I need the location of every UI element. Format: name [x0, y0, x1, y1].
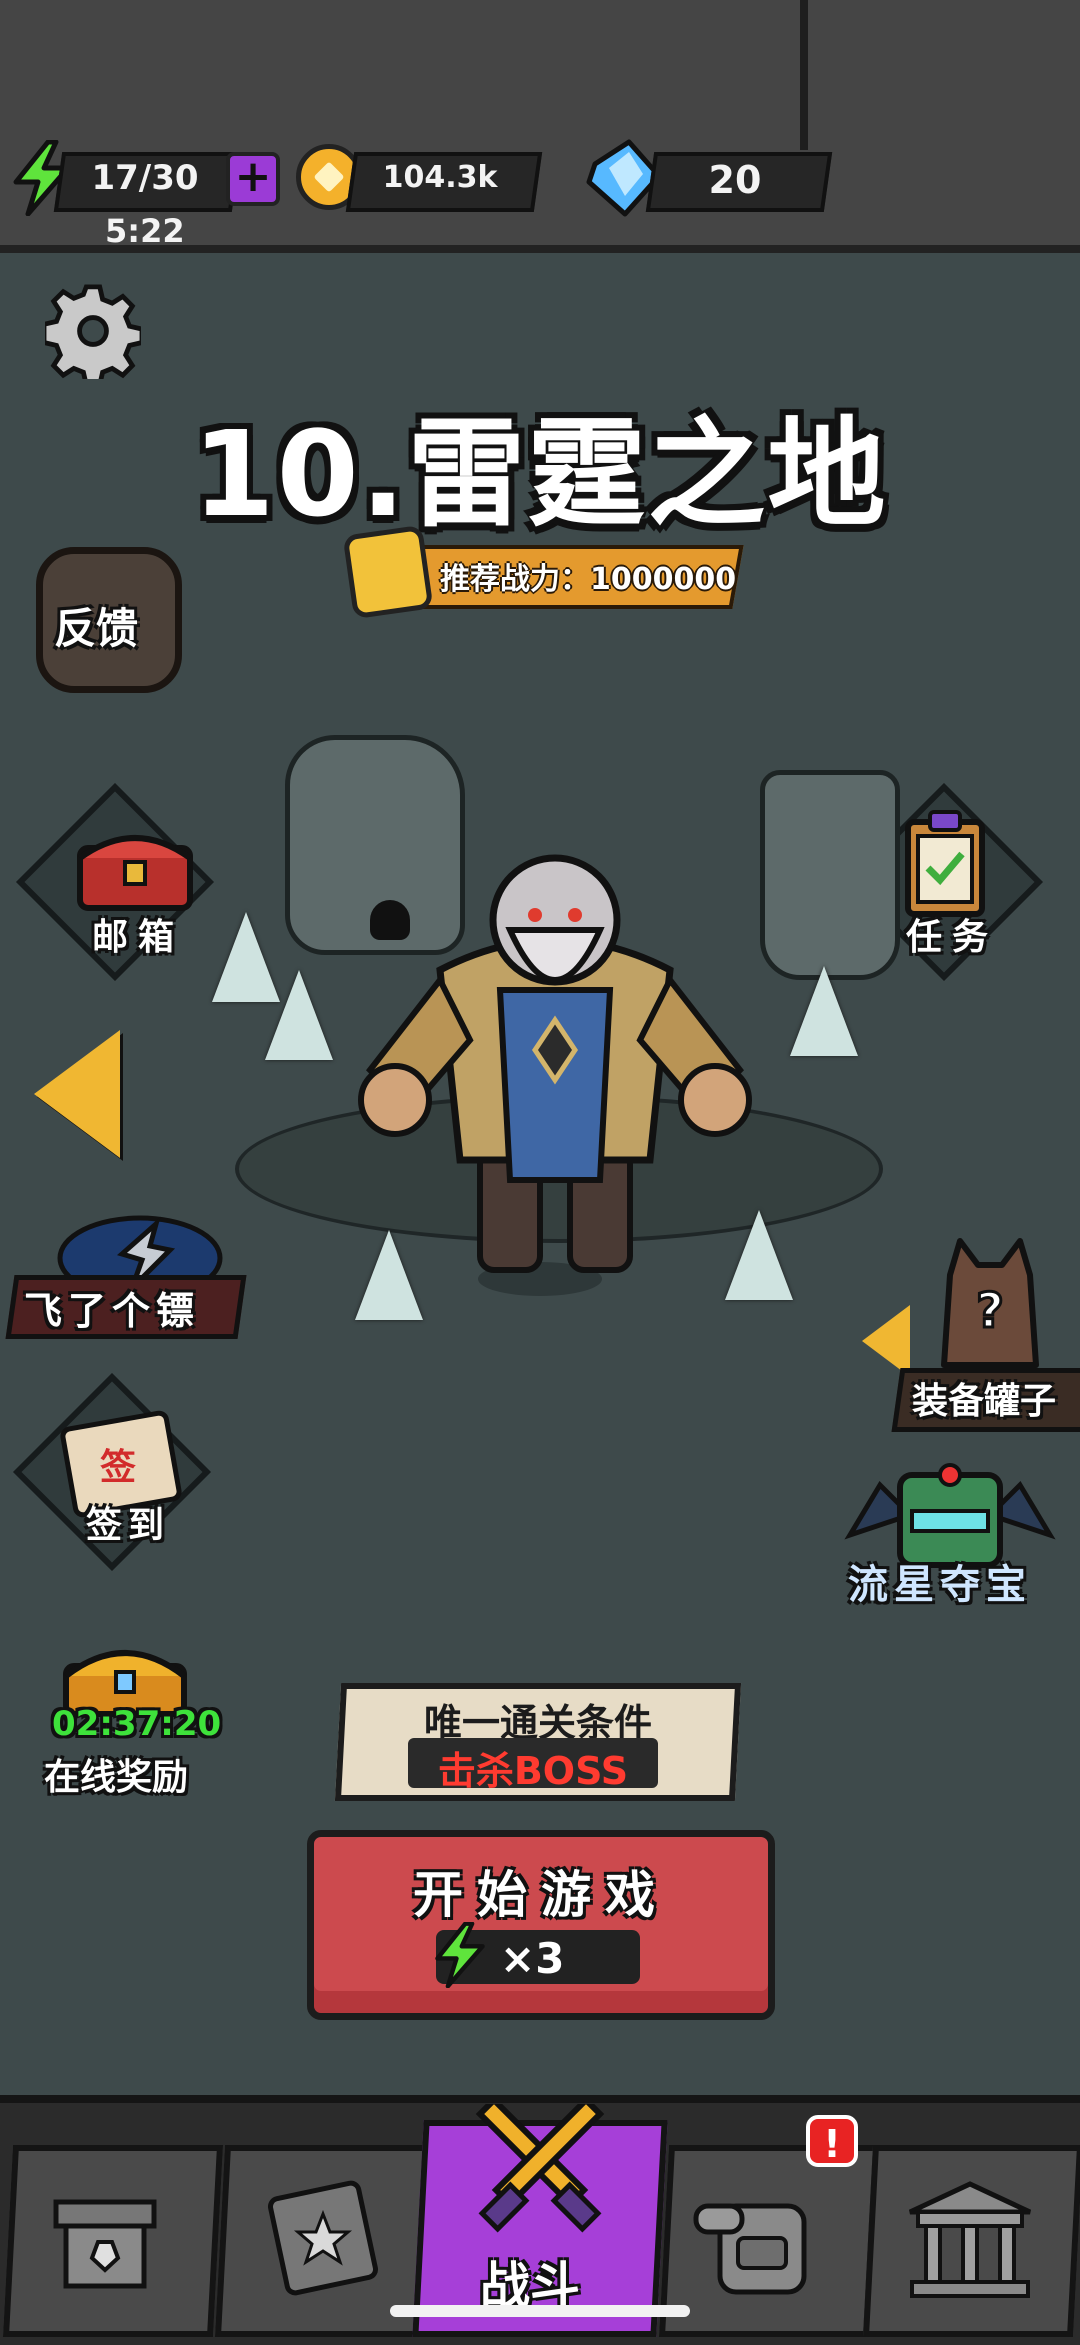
fly-dart-label: 飞了个镖	[24, 1289, 201, 1333]
mailbox-chest-icon	[77, 835, 193, 911]
settings-gear-icon[interactable]	[45, 283, 141, 379]
online-reward-timer: 02:37:20	[52, 1704, 222, 1744]
sign-in-stamp-text: 签	[100, 1447, 137, 1488]
equipment-jar-label: 装备罐子	[912, 1381, 1057, 1422]
sign-in-label: 签到	[86, 1505, 171, 1546]
add-energy-button[interactable]: +	[226, 152, 280, 206]
clear-condition-requirement: 击杀BOSS	[437, 1749, 629, 1793]
energy-cost-value: ×3	[500, 1934, 565, 1983]
anvil-icon	[53, 2199, 157, 2289]
energy-timer: 5:22	[105, 212, 185, 250]
temple-shop-icon	[908, 2181, 1032, 2298]
crystal-3	[790, 966, 858, 1056]
crystal-2	[265, 970, 333, 1060]
home-indicator[interactable]	[390, 2305, 690, 2317]
top-bar-seam	[800, 0, 808, 150]
meteor-treasure-label: 流星夺宝	[848, 1562, 1032, 1608]
energy-cost-icon	[435, 1922, 485, 1988]
online-reward-label: 在线奖励	[44, 1757, 189, 1798]
backpack-icon	[693, 2203, 807, 2295]
thunder-god-boss-character	[358, 854, 752, 1273]
right-rock-statue	[760, 770, 900, 980]
crossed-swords-icon	[475, 2104, 605, 2233]
previous-stage-arrow-icon[interactable]	[34, 1030, 120, 1158]
energy-value: 17/30	[91, 158, 199, 198]
task-clipboard-icon	[905, 810, 985, 917]
mailbox-label: 邮箱	[92, 917, 185, 958]
equipment-jar-arrow-icon	[862, 1305, 910, 1377]
stage-title: 10.雷霆之地	[192, 405, 888, 543]
fist-power-icon	[342, 524, 434, 620]
start-game-label: 开始游戏	[413, 1866, 669, 1924]
gold-value: 104.3k	[382, 160, 498, 195]
equipment-jar-cat-icon[interactable]: ?	[930, 1235, 1050, 1375]
inventory-alert-badge: !	[806, 2115, 858, 2167]
tasks-label: 任务	[906, 917, 999, 958]
spellbook-icon	[267, 2180, 379, 2296]
feedback-label: 反馈	[54, 604, 139, 653]
recommended-power-text: 推荐战力：1000000	[440, 562, 737, 597]
gem-value: 20	[708, 158, 762, 202]
svg-text:?: ?	[976, 1283, 1004, 1339]
